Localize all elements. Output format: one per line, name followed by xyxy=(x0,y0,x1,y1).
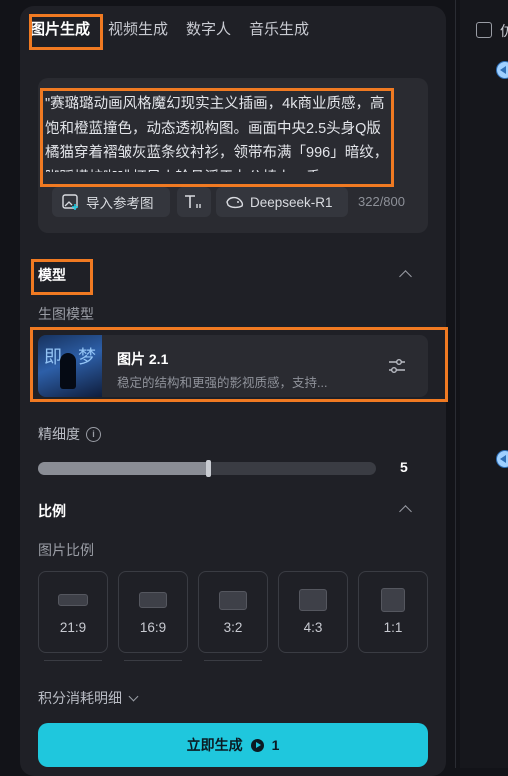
prompt-textarea[interactable]: "赛璐璐动画风格魔幻现实主义插画，4k商业质感，高饱和橙蓝撞色，动态透视构图。画… xyxy=(45,92,390,172)
ratio-label: 3:2 xyxy=(223,620,243,635)
ratio-row-edge xyxy=(44,660,102,665)
right-panel xyxy=(460,0,508,768)
ratio-label: 21:9 xyxy=(59,620,87,635)
ratio-shape-icon xyxy=(219,591,247,610)
ratio-sub-label: 图片比例 xyxy=(38,542,94,558)
cost-details-toggle[interactable]: 积分消耗明细 xyxy=(38,688,139,708)
select-checkbox[interactable] xyxy=(476,22,492,38)
precision-label: 精细度 xyxy=(38,426,80,442)
ratio-shape-icon xyxy=(381,588,405,612)
precision-slider-fill xyxy=(38,462,209,475)
generate-button[interactable]: 立即生成 1 xyxy=(38,723,428,767)
precision-row: 精细度 i xyxy=(38,424,101,444)
tab-digital-human[interactable]: 数字人 xyxy=(186,18,231,39)
ratio-row-edge xyxy=(124,660,182,665)
panel-divider xyxy=(455,0,456,768)
tab-video-gen[interactable]: 视频生成 xyxy=(108,18,168,39)
right-panel-edge-text: 仿 xyxy=(500,23,508,39)
text-format-button[interactable] xyxy=(177,187,211,217)
ratio-label: 4:3 xyxy=(303,620,323,635)
precision-slider[interactable] xyxy=(38,460,376,477)
ratio-option-16-9[interactable]: 16:9 xyxy=(118,571,188,653)
model-description: 稳定的结构和更强的影视质感，支持... xyxy=(117,376,328,390)
ratio-shape-icon xyxy=(58,594,88,606)
ratio-option-1-1[interactable]: 1:1 xyxy=(358,571,428,653)
model-thumbnail: 即 梦 xyxy=(38,335,102,397)
ratio-shape-icon xyxy=(139,592,167,608)
chevron-down-icon xyxy=(128,691,139,701)
model-section-title: 模型 xyxy=(38,267,66,283)
deepseek-model-chip[interactable]: Deepseek-R1 xyxy=(216,187,348,217)
tab-image-gen[interactable]: 图片生成 xyxy=(30,18,90,39)
ratio-section-title: 比例 xyxy=(38,503,66,519)
ratio-shape-icon xyxy=(299,589,327,611)
precision-value: 5 xyxy=(400,459,408,475)
model-sub-label: 生图模型 xyxy=(38,306,94,322)
deepseek-label: Deepseek-R1 xyxy=(250,194,333,210)
import-reference-button[interactable]: 导入参考图 xyxy=(52,187,170,217)
ratio-option-21-9[interactable]: 21:9 xyxy=(38,571,108,653)
tab-bar: 图片生成 视频生成 数字人 音乐生成 xyxy=(30,18,309,39)
settings-sliders-icon[interactable] xyxy=(388,358,406,374)
prompt-char-counter: 322/800 xyxy=(358,194,405,209)
arrow-left-icon[interactable] xyxy=(496,450,508,468)
arrow-left-icon[interactable] xyxy=(496,61,508,79)
tab-music-gen[interactable]: 音乐生成 xyxy=(249,18,309,39)
import-reference-label: 导入参考图 xyxy=(86,196,154,211)
whale-icon xyxy=(226,196,244,209)
model-name: 图片 2.1 xyxy=(117,351,169,367)
info-icon[interactable]: i xyxy=(86,426,101,442)
ratio-row-edge xyxy=(204,660,262,665)
credit-icon xyxy=(250,738,264,752)
ratio-option-4-3[interactable]: 4:3 xyxy=(278,571,348,653)
ratio-option-3-2[interactable]: 3:2 xyxy=(198,571,268,653)
cost-details-label: 积分消耗明细 xyxy=(38,690,122,706)
precision-slider-thumb[interactable] xyxy=(206,460,211,477)
image-add-icon xyxy=(62,194,78,210)
text-format-icon xyxy=(185,195,201,208)
ratio-label: 16:9 xyxy=(139,620,167,635)
generate-label: 立即生成 xyxy=(186,737,243,753)
generate-cost: 1 xyxy=(271,737,280,753)
ratio-label: 1:1 xyxy=(383,620,403,635)
